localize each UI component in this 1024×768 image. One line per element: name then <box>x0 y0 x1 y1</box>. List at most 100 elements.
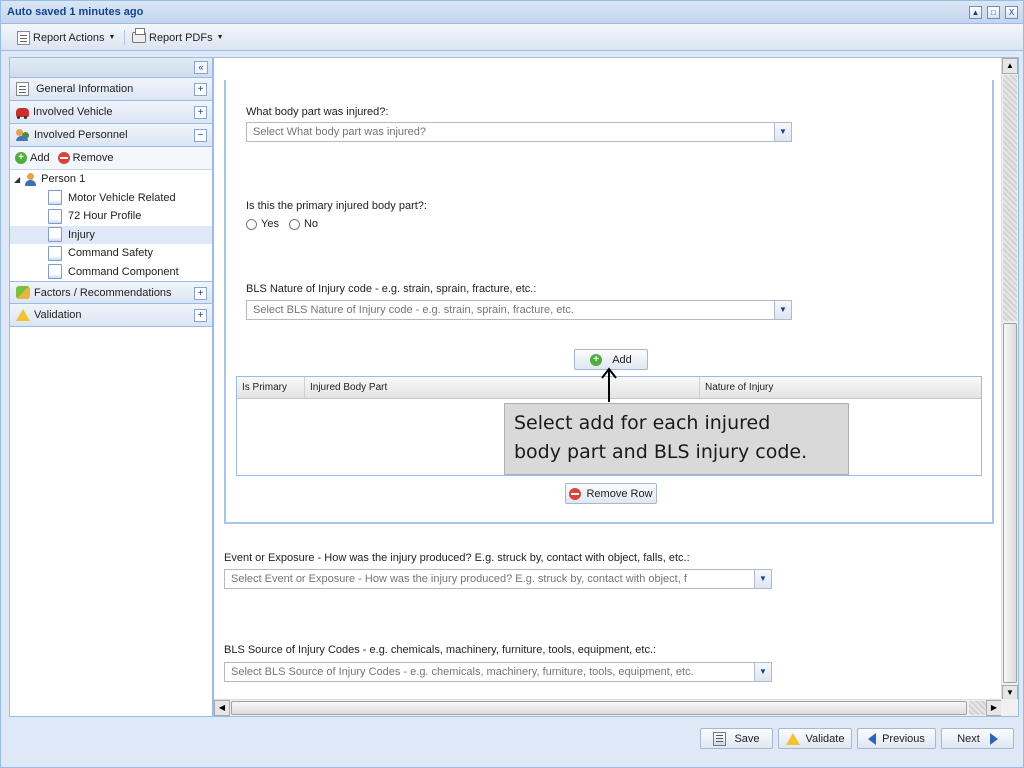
chevron-down-icon[interactable]: ▼ <box>754 570 771 588</box>
people-icon <box>16 128 30 142</box>
chevron-down-icon[interactable]: ▼ <box>774 301 791 319</box>
tree-node-command-safety[interactable]: Command Safety <box>10 244 212 263</box>
sidebar-item-factors-recommendations[interactable]: Factors / Recommendations + <box>10 281 212 304</box>
tree-node-label: Person 1 <box>41 173 86 186</box>
validate-button[interactable]: Validate <box>778 728 852 749</box>
report-pdfs-button[interactable]: Report PDFs ▼ <box>132 28 224 46</box>
report-window: Auto saved 1 minutes ago ▲ □ X Report Ac… <box>0 0 1024 768</box>
vertical-scrollbar[interactable]: ▲ ▼ <box>1001 58 1018 701</box>
expand-icon[interactable]: + <box>194 287 207 300</box>
sidebar-item-label: Involved Vehicle <box>33 106 113 118</box>
add-icon[interactable]: + <box>15 152 27 164</box>
horizontal-scrollbar[interactable]: ◀ ▶ <box>214 699 1003 716</box>
body-part-combo[interactable]: ▼ <box>246 122 792 142</box>
nature-combo[interactable]: ▼ <box>246 300 792 320</box>
callout-line: body part and BLS injury code. <box>514 441 808 463</box>
scroll-left-icon[interactable]: ◀ <box>214 700 230 716</box>
tree-node-person[interactable]: ◢ Person 1 <box>10 170 212 189</box>
printer-icon <box>132 28 146 43</box>
yes-label: Yes <box>261 218 279 230</box>
primary-radio-group: Yes No <box>246 218 318 230</box>
instruction-callout: Select add for each injured body part an… <box>504 403 849 475</box>
report-actions-button[interactable]: Report Actions ▼ <box>17 29 115 46</box>
add-icon: + <box>590 353 603 366</box>
car-icon <box>16 107 29 119</box>
source-combo[interactable]: ▼ <box>224 662 772 682</box>
remove-row-button[interactable]: Remove Row <box>565 483 657 504</box>
maximize-icon[interactable]: □ <box>987 6 1000 19</box>
tree-node-label: Command Component <box>68 265 179 278</box>
previous-label: Previous <box>882 732 925 745</box>
page-icon <box>48 208 62 224</box>
toolbar-separator <box>124 30 125 45</box>
chevron-down-icon[interactable]: ▼ <box>754 663 771 681</box>
no-radio[interactable] <box>288 218 300 230</box>
nature-input[interactable] <box>247 301 773 319</box>
restore-icon[interactable]: ▲ <box>969 6 982 19</box>
column-header-is-primary[interactable]: Is Primary <box>237 377 305 398</box>
window-title: Auto saved 1 minutes ago <box>7 6 144 18</box>
arrow-up-icon <box>601 367 617 402</box>
collapse-icon[interactable]: − <box>194 129 207 142</box>
page-icon <box>48 190 62 206</box>
source-input[interactable] <box>225 663 753 681</box>
sidebar-item-label: General Information <box>36 83 134 95</box>
tree-node-motor-vehicle-related[interactable]: Motor Vehicle Related <box>10 189 212 208</box>
tree-node-label: Command Safety <box>68 247 153 260</box>
expand-triangle-icon[interactable]: ◢ <box>14 175 20 184</box>
sidebar-item-general-information[interactable]: General Information + <box>10 78 212 101</box>
remove-row-label: Remove Row <box>586 487 653 500</box>
tree-node-label: Motor Vehicle Related <box>68 191 176 204</box>
report-pdfs-label: Report PDFs <box>149 31 213 44</box>
scroll-up-icon[interactable]: ▲ <box>1002 58 1018 74</box>
document-icon <box>16 82 29 96</box>
body-part-label: What body part was injured?: <box>246 106 389 118</box>
body-part-input[interactable] <box>247 123 773 141</box>
sidebar-item-validation[interactable]: Validation + <box>10 304 212 327</box>
previous-button[interactable]: Previous <box>857 728 936 749</box>
vertical-scroll-thumb[interactable] <box>1003 323 1017 683</box>
personnel-tree: ◢ Person 1 Motor Vehicle Related 72 Hour… <box>10 170 212 281</box>
yes-radio[interactable] <box>246 218 257 230</box>
scroll-right-icon[interactable]: ▶ <box>986 700 1002 716</box>
sidebar-item-label: Involved Personnel <box>34 129 128 141</box>
column-header-nature-of-injury[interactable]: Nature of Injury <box>700 377 981 398</box>
page-icon <box>48 245 62 261</box>
event-exposure-input[interactable] <box>225 570 753 588</box>
sidebar-item-involved-personnel[interactable]: Involved Personnel − <box>10 124 212 147</box>
next-button[interactable]: Next <box>941 728 1014 749</box>
page-icon <box>48 264 62 280</box>
event-exposure-combo[interactable]: ▼ <box>224 569 772 589</box>
puzzle-icon <box>16 286 30 299</box>
scroll-track[interactable] <box>969 701 986 715</box>
warning-icon <box>16 309 30 321</box>
close-icon[interactable]: X <box>1005 6 1018 19</box>
add-person-button[interactable]: Add <box>30 152 50 164</box>
collapse-sidebar-icon[interactable]: « <box>194 61 208 74</box>
remove-person-button[interactable]: Remove <box>73 152 114 164</box>
scroll-track[interactable] <box>1003 75 1017 321</box>
tree-node-injury[interactable]: Injury <box>10 225 212 244</box>
chevron-down-icon[interactable]: ▼ <box>774 123 791 141</box>
sidebar-item-involved-vehicle[interactable]: Involved Vehicle + <box>10 101 212 124</box>
validate-label: Validate <box>805 732 845 745</box>
expand-icon[interactable]: + <box>194 83 207 96</box>
remove-icon[interactable] <box>57 152 70 164</box>
footer-bar: Save Validate Previous Next <box>1 723 1023 767</box>
primary-body-part-label: Is this the primary injured body part?: <box>246 200 427 212</box>
horizontal-scroll-thumb[interactable] <box>231 701 967 715</box>
expand-icon[interactable]: + <box>194 106 207 119</box>
add-row-label: Add <box>612 353 632 366</box>
tree-node-72-hour-profile[interactable]: 72 Hour Profile <box>10 207 212 226</box>
title-bar: Auto saved 1 minutes ago ▲ □ X <box>1 1 1023 24</box>
main-toolbar: Report Actions ▼ Report PDFs ▼ <box>1 24 1023 51</box>
save-icon <box>713 731 727 746</box>
expand-icon[interactable]: + <box>194 309 207 322</box>
column-header-injured-body-part[interactable]: Injured Body Part <box>305 377 700 398</box>
callout-line: Select add for each injured <box>514 412 771 434</box>
sidebar: « General Information + Involved Vehicle… <box>9 57 213 717</box>
warning-icon <box>785 732 800 745</box>
sidebar-item-label: Validation <box>34 309 82 321</box>
tree-node-command-component[interactable]: Command Component <box>10 263 212 282</box>
save-button[interactable]: Save <box>700 728 773 749</box>
